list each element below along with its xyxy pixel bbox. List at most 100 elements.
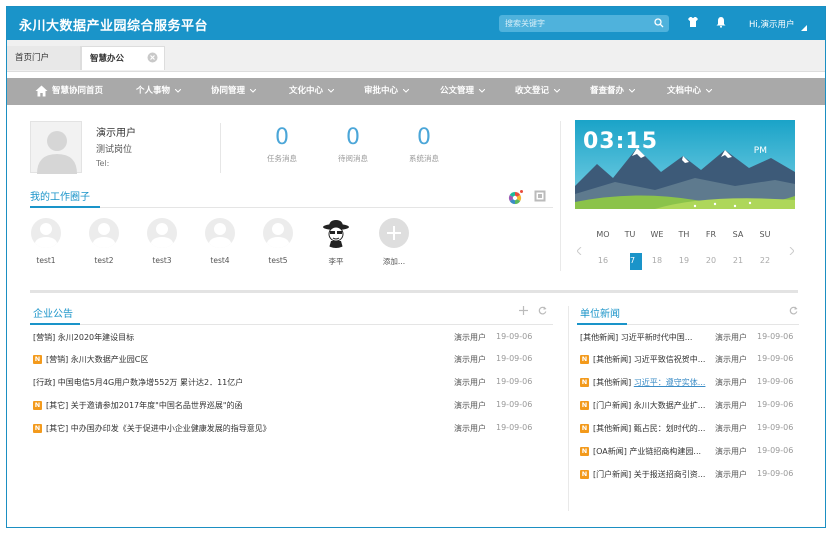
app-title: 永川大数据产业园综合服务平台 xyxy=(19,19,209,34)
bell-icon[interactable] xyxy=(715,16,727,28)
news-text[interactable]: [其他新闻] 习近平新时代中国... xyxy=(580,332,692,343)
calendar-date[interactable]: 21 xyxy=(726,256,750,265)
avatar[interactable] xyxy=(30,121,82,174)
announcement-text[interactable]: [营销] 永川大数据产业园C区 xyxy=(46,354,148,365)
search-box[interactable] xyxy=(499,15,669,32)
circle-member[interactable]: test4 xyxy=(200,218,240,265)
chevron-down-icon xyxy=(328,88,335,93)
news-author: 演示用户 xyxy=(715,470,747,479)
news-row[interactable]: N [门户新闻] 关于报送招商引资... 演示用户 19-09-06 xyxy=(577,469,801,483)
news-row[interactable]: N [其他新闻] 习近平致信祝贺中... 演示用户 19-09-06 xyxy=(577,354,801,368)
news-date: 19-09-06 xyxy=(757,354,794,363)
announcement-author: 演示用户 xyxy=(454,424,486,433)
nav-item-personal[interactable]: 个人事物 xyxy=(136,78,182,105)
calendar-weekday: SU xyxy=(759,230,771,239)
theme-shirt-icon[interactable] xyxy=(687,16,699,28)
news-row[interactable]: N [其他新闻] 甄占民：划时代的... 演示用户 19-09-06 xyxy=(577,423,801,437)
user-menu-caret-icon[interactable] xyxy=(801,25,807,31)
news-author: 演示用户 xyxy=(715,355,747,364)
circle-member[interactable]: 李平 xyxy=(316,218,356,267)
news-date: 19-09-06 xyxy=(757,377,794,386)
news-row[interactable]: N [OA新闻] 产业链招商构建园... 演示用户 19-09-06 xyxy=(577,446,801,460)
home-icon[interactable] xyxy=(35,85,48,97)
clock-time: 03:15 xyxy=(583,129,659,154)
section-underline xyxy=(30,323,80,325)
news-text[interactable]: [门户新闻] 永川大数据产业扩... xyxy=(593,400,705,411)
news-author: 演示用户 xyxy=(715,378,747,387)
refresh-icon[interactable] xyxy=(538,306,547,315)
announcement-text[interactable]: [行政] 中国电信5月4G用户数净增552万 累计达2．11亿户 xyxy=(33,377,243,388)
news-row[interactable]: [其他新闻] 习近平新时代中国... 演示用户 19-09-06 xyxy=(577,332,801,346)
add-member-label: 添加... xyxy=(382,257,406,266)
new-badge: N xyxy=(580,470,589,479)
news-link[interactable]: 习近平：遵守实体... xyxy=(634,378,706,387)
announcement-row[interactable]: N [营销] 永川大数据产业园C区 演示用户 19-09-06 xyxy=(30,354,553,368)
member-label: test1 xyxy=(36,256,56,265)
news-text[interactable]: [OA新闻] 产业链招商构建园... xyxy=(593,446,701,457)
section-rule xyxy=(30,207,553,208)
announcement-date: 19-09-06 xyxy=(496,400,533,409)
new-badge: N xyxy=(580,424,589,433)
add-member-button[interactable]: 添加... xyxy=(374,218,414,267)
palette-icon[interactable] xyxy=(507,190,523,206)
calendar-date[interactable]: 16 xyxy=(591,256,615,265)
circle-member[interactable]: test5 xyxy=(258,218,298,265)
add-announcement-icon[interactable] xyxy=(519,306,528,315)
announcement-row[interactable]: [营销] 永川2020年建设目标 演示用户 19-09-06 xyxy=(30,332,553,346)
user-silhouette-icon xyxy=(150,223,174,248)
search-input[interactable] xyxy=(505,17,645,30)
nav-item-collab[interactable]: 协同管理 xyxy=(211,78,257,105)
news-text[interactable]: [门户新闻] 关于报送招商引资... xyxy=(593,469,705,480)
nav-item-approval[interactable]: 审批中心 xyxy=(364,78,410,105)
close-tab-icon[interactable] xyxy=(147,52,158,63)
user-greeting[interactable]: Hi,演示用户 xyxy=(749,18,794,30)
circle-member[interactable]: test1 xyxy=(26,218,66,265)
tab-bar: 首页门户 智慧办公 xyxy=(7,40,825,72)
news-text[interactable]: [其他新闻] 甄占民：划时代的... xyxy=(593,423,705,434)
calendar-date[interactable]: 18 xyxy=(645,256,669,265)
calendar-date[interactable]: 20 xyxy=(699,256,723,265)
member-avatar xyxy=(321,218,351,248)
news-text[interactable]: [其他新闻] 习近平：遵守实体... xyxy=(593,377,705,388)
calendar-date-today[interactable]: 17 xyxy=(618,256,642,265)
announcement-row[interactable]: N [其它] 关于邀请参加2017年度"中国名品世界巡展"的函 演示用户 19-… xyxy=(30,400,553,414)
calendar-prev-icon[interactable] xyxy=(577,247,582,255)
new-badge: N xyxy=(33,355,42,364)
announcement-date: 19-09-06 xyxy=(496,354,533,363)
news-row[interactable]: N [门户新闻] 永川大数据产业扩... 演示用户 19-09-06 xyxy=(577,400,801,414)
nav-item-document[interactable]: 公文管理 xyxy=(440,78,486,105)
announcement-row[interactable]: [行政] 中国电信5月4G用户数净增552万 累计达2．11亿户 演示用户 19… xyxy=(30,377,553,391)
nav-item-receipt[interactable]: 收文登记 xyxy=(515,78,561,105)
announcement-row[interactable]: N [其它] 中办国办印发《关于促进中小企业健康发展的指导意见》 演示用户 19… xyxy=(30,423,553,437)
announcement-author: 演示用户 xyxy=(454,378,486,387)
announcement-text[interactable]: [营销] 永川2020年建设目标 xyxy=(33,332,134,343)
tab-home-portal[interactable]: 首页门户 xyxy=(7,46,81,70)
announcement-text[interactable]: [其它] 关于邀请参加2017年度"中国名品世界巡展"的函 xyxy=(46,400,243,411)
calendar-date[interactable]: 19 xyxy=(672,256,696,265)
circle-member[interactable]: test2 xyxy=(84,218,124,265)
nav-item-home[interactable]: 智慧协同首页 xyxy=(52,78,103,105)
top-header: 永川大数据产业园综合服务平台 Hi,演示用户 xyxy=(7,7,825,40)
news-author: 演示用户 xyxy=(715,401,747,410)
news-row[interactable]: N [其他新闻] 习近平：遵守实体... 演示用户 19-09-06 xyxy=(577,377,801,391)
stat-read-messages[interactable]: 0 待阅消息 xyxy=(323,125,383,164)
announcement-text[interactable]: [其它] 中办国办印发《关于促进中小企业健康发展的指导意见》 xyxy=(46,423,271,434)
stat-task-messages[interactable]: 0 任务消息 xyxy=(252,125,312,164)
nav-item-supervision[interactable]: 督查督办 xyxy=(590,78,636,105)
nav-item-culture[interactable]: 文化中心 xyxy=(289,78,335,105)
circle-member[interactable]: test3 xyxy=(142,218,182,265)
manage-circle-icon[interactable] xyxy=(534,190,546,202)
nav-label: 收文登记 xyxy=(515,86,550,96)
nav-label: 个人事物 xyxy=(136,86,171,96)
section-underline xyxy=(30,206,100,208)
refresh-icon[interactable] xyxy=(789,306,798,315)
chevron-down-icon xyxy=(175,88,182,93)
stat-system-messages[interactable]: 0 系统消息 xyxy=(394,125,454,164)
calendar-next-icon[interactable] xyxy=(789,247,794,255)
member-label: test2 xyxy=(94,256,114,265)
search-icon[interactable] xyxy=(654,18,664,28)
calendar-date[interactable]: 22 xyxy=(753,256,777,265)
nav-item-doc-center[interactable]: 文档中心 xyxy=(667,78,713,105)
news-text[interactable]: [其他新闻] 习近平致信祝贺中... xyxy=(593,354,705,365)
new-badge: N xyxy=(33,401,42,410)
